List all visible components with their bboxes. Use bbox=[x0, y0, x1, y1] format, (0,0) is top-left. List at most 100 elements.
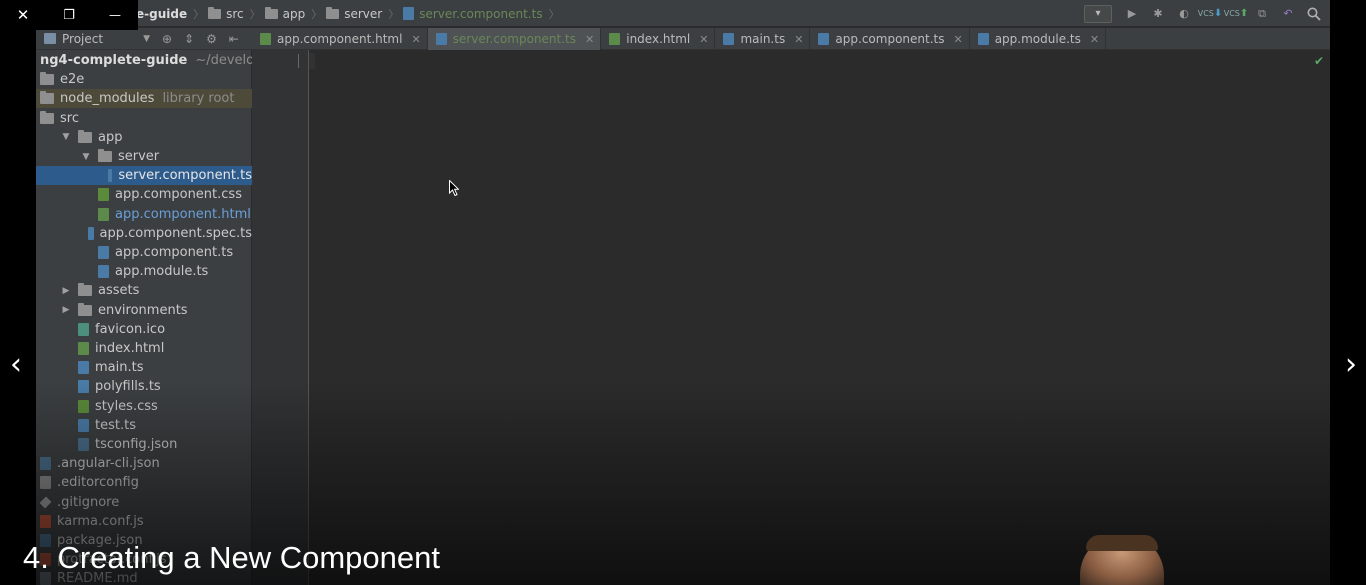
tree-item[interactable]: src bbox=[36, 109, 252, 128]
close-tab-icon[interactable]: ✕ bbox=[1090, 33, 1099, 46]
breadcrumb-separator-icon: 〉 bbox=[388, 7, 400, 21]
tree-item-label: .editorconfig bbox=[57, 475, 139, 491]
tree-item[interactable]: index.html bbox=[36, 339, 252, 358]
tab-app-component-ts[interactable]: app.component.ts ✕ bbox=[810, 28, 970, 50]
expand-arrow-icon[interactable]: ▼ bbox=[60, 132, 72, 142]
breadcrumb-item[interactable]: server.component.ts 〉 bbox=[403, 6, 563, 22]
next-lecture-button[interactable]: › bbox=[1337, 346, 1365, 382]
collapse-arrow-icon[interactable]: ▶ bbox=[60, 286, 72, 296]
css-file-icon bbox=[78, 399, 89, 413]
tree-item[interactable]: .gitignore bbox=[36, 493, 252, 512]
tree-item-label: e2e bbox=[60, 72, 85, 88]
tree-item[interactable]: main.ts bbox=[36, 358, 252, 377]
tab-app-component-html[interactable]: app.component.html ✕ bbox=[252, 28, 428, 50]
tree-item[interactable]: tsconfig.json bbox=[36, 435, 252, 454]
tree-item[interactable]: ▶ assets bbox=[36, 281, 252, 300]
tree-item[interactable]: ▼ server bbox=[36, 147, 252, 166]
presenter-webcam bbox=[1080, 535, 1164, 585]
tab-label: main.ts bbox=[740, 32, 786, 46]
tree-item[interactable]: e2e bbox=[36, 70, 252, 89]
compare-icon[interactable]: ⧉ bbox=[1252, 4, 1272, 24]
css-file-icon bbox=[98, 188, 109, 202]
debug-icon[interactable]: ✱ bbox=[1148, 4, 1168, 24]
tab-app-module-ts[interactable]: app.module.ts ✕ bbox=[970, 28, 1107, 50]
tree-item[interactable]: test.ts bbox=[36, 416, 252, 435]
revert-icon[interactable]: ↶ bbox=[1278, 4, 1298, 24]
vcs-update-label: VCS bbox=[1197, 8, 1214, 18]
breadcrumb-item[interactable]: src 〉 bbox=[208, 6, 265, 22]
coverage-icon[interactable]: ◐ bbox=[1174, 4, 1194, 24]
code-editor[interactable]: ✔ bbox=[309, 50, 1330, 585]
tree-item-label: ng4-complete-guide bbox=[40, 53, 188, 68]
close-tab-icon[interactable]: ✕ bbox=[953, 33, 962, 46]
tree-item-hint: ~/developm bbox=[195, 53, 252, 68]
breadcrumb-item[interactable]: server 〉 bbox=[326, 6, 403, 22]
project-toolbar: Project ▼ ⊕ ⇕ ⚙ ⇤ bbox=[36, 28, 252, 50]
minimize-window-button[interactable]: — bbox=[92, 0, 138, 30]
project-view-label[interactable]: Project bbox=[62, 32, 103, 46]
tab-server-component-ts[interactable]: server.component.ts ✕ bbox=[427, 28, 602, 50]
close-tab-icon[interactable]: ✕ bbox=[699, 33, 708, 46]
git-file-icon bbox=[39, 496, 52, 509]
ts-file-icon bbox=[98, 246, 109, 259]
tree-item[interactable]: server.component.ts bbox=[36, 166, 252, 186]
breadcrumb-item[interactable]: app 〉 bbox=[264, 6, 327, 22]
tree-item-hint: library root bbox=[162, 91, 235, 107]
tree-item[interactable]: app.component.spec.ts bbox=[36, 224, 252, 243]
close-tab-icon[interactable]: ✕ bbox=[411, 33, 420, 46]
tree-item[interactable]: app.component.css bbox=[36, 185, 252, 204]
editor-gutter bbox=[252, 50, 309, 585]
tree-item[interactable]: ▼ app bbox=[36, 128, 252, 147]
tab-index-html[interactable]: index.html ✕ bbox=[601, 28, 716, 50]
tree-item[interactable]: .editorconfig bbox=[36, 473, 252, 492]
tree-item[interactable]: .angular-cli.json bbox=[36, 454, 252, 473]
breadcrumb-label: e-guide bbox=[136, 6, 188, 21]
ts-file-icon bbox=[78, 380, 89, 394]
run-icon[interactable]: ▶ bbox=[1122, 4, 1142, 24]
tree-item[interactable]: styles.css bbox=[36, 397, 252, 416]
collapse-arrow-icon[interactable]: ▶ bbox=[60, 305, 72, 315]
navigation-bar: e-guide 〉 src 〉 app 〉 server 〉 server.component.… bbox=[36, 0, 1330, 27]
html-file-icon bbox=[98, 207, 109, 221]
gear-icon[interactable]: ⚙ bbox=[206, 32, 217, 46]
search-icon[interactable] bbox=[1304, 4, 1324, 24]
chevron-down-icon[interactable]: ▼ bbox=[143, 34, 150, 44]
previous-lecture-button[interactable]: ‹ bbox=[2, 346, 30, 382]
tree-item[interactable]: ng4-complete-guide ~/developm bbox=[36, 51, 252, 70]
tree-item[interactable]: node_modules library root bbox=[36, 89, 252, 109]
folder-icon bbox=[264, 6, 278, 19]
tree-item[interactable]: karma.conf.js bbox=[36, 512, 252, 531]
run-config-dropdown[interactable]: ▾ bbox=[1084, 4, 1112, 23]
folder-icon bbox=[208, 6, 222, 19]
breadcrumb-separator-icon: 〉 bbox=[193, 7, 205, 21]
expand-arrow-icon[interactable]: ▼ bbox=[80, 152, 92, 162]
close-window-button[interactable]: ✕ bbox=[0, 0, 46, 30]
gutter-fold-marker bbox=[298, 54, 299, 68]
tree-item[interactable]: app.module.ts bbox=[36, 262, 252, 281]
tree-item[interactable]: app.component.ts bbox=[36, 243, 252, 262]
locate-icon[interactable]: ⊕ bbox=[162, 32, 172, 46]
tab-main-ts[interactable]: main.ts ✕ bbox=[715, 28, 811, 50]
close-tab-icon[interactable]: ✕ bbox=[585, 33, 594, 46]
html-file-icon bbox=[609, 33, 621, 45]
tree-item[interactable]: favicon.ico bbox=[36, 320, 252, 339]
restore-window-button[interactable]: ❐ bbox=[46, 0, 92, 30]
tree-item-label: node_modules bbox=[60, 91, 155, 107]
tab-label: index.html bbox=[626, 32, 691, 46]
tree-item[interactable]: ▶ environments bbox=[36, 301, 252, 320]
close-tab-icon[interactable]: ✕ bbox=[794, 33, 803, 46]
hide-panel-icon[interactable]: ⇤ bbox=[229, 32, 239, 46]
collapse-icon[interactable]: ⇕ bbox=[184, 32, 194, 46]
html-file-icon bbox=[78, 342, 89, 355]
breadcrumb-item[interactable]: e-guide 〉 bbox=[136, 6, 208, 22]
project-view-icon bbox=[44, 33, 56, 44]
vcs-commit-icon[interactable]: VCS ⬆ bbox=[1224, 4, 1249, 24]
tree-item[interactable]: polyfills.ts bbox=[36, 377, 252, 396]
tree-item-label: app.component.html bbox=[115, 206, 251, 222]
tab-label: app.module.ts bbox=[994, 32, 1081, 46]
ts-file-icon bbox=[107, 169, 113, 183]
vcs-update-icon[interactable]: VCS ⬇ bbox=[1197, 4, 1223, 24]
tree-item-label: assets bbox=[98, 283, 140, 299]
tree-item-label: app bbox=[98, 129, 123, 145]
tree-item[interactable]: app.component.html bbox=[36, 205, 252, 224]
